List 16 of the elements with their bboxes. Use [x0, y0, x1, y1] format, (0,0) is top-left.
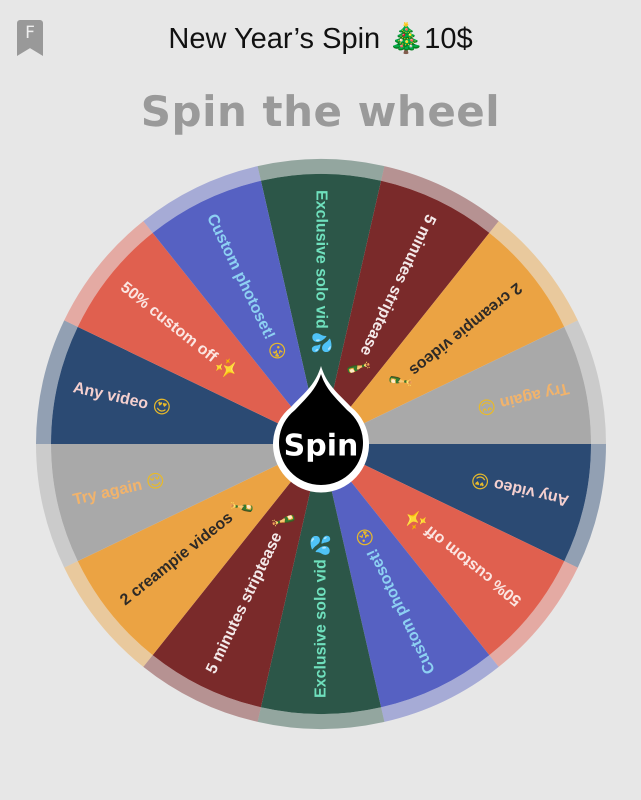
segment-label: Exclusive solo vid	[312, 559, 329, 698]
emoji-text: 😍	[468, 468, 492, 493]
emoji-text: 😍	[150, 395, 173, 420]
segment-label: Exclusive solo vid	[312, 190, 329, 329]
emoji-text: 💦	[310, 332, 331, 354]
heading: Spin the wheel	[140, 87, 500, 136]
page-title: New Year’s Spin 🎄10$	[168, 23, 473, 55]
emoji-text: 😌	[474, 394, 498, 419]
emoji-text: 😘	[352, 524, 379, 550]
segment-label: Try again	[498, 379, 570, 412]
emoji-text: 😌	[144, 469, 166, 494]
emoji-text: 😘	[262, 338, 290, 364]
segment-label: Try again	[70, 476, 144, 509]
emoji-text: 💦	[310, 534, 331, 556]
segment-label: Any video	[492, 475, 570, 509]
segment-label: Any video	[70, 379, 150, 413]
